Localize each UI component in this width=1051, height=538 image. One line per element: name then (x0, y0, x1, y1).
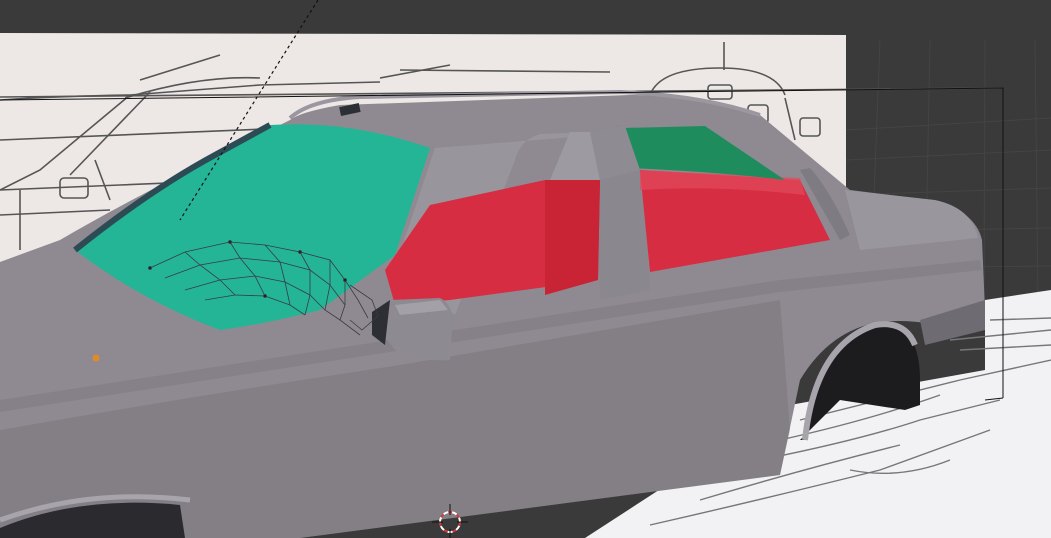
origin-point[interactable] (92, 354, 100, 362)
3d-viewport[interactable] (0, 0, 1051, 538)
interior-seat (545, 180, 600, 295)
viewport-scene[interactable] (0, 0, 1051, 538)
